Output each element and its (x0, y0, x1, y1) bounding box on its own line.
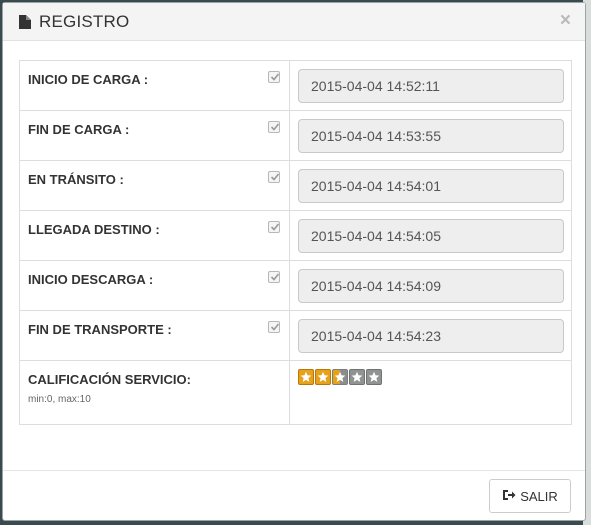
table-row: INICIO DE CARGA : 2015-04-04 14:52:11 (19, 60, 572, 111)
label-cell: EN TRÁNSITO : (19, 160, 290, 211)
datetime-field[interactable]: 2015-04-04 14:53:55 (298, 119, 564, 153)
status-checkbox[interactable] (268, 171, 280, 183)
checkmark-icon (270, 223, 280, 231)
value-cell: 2015-04-04 14:53:55 (289, 110, 572, 161)
checkmark-icon (270, 173, 280, 181)
rating-row: CALIFICACIÓN SERVICIO: min:0, max:10 (19, 360, 572, 425)
document-icon (19, 15, 31, 29)
row-label: LLEGADA DESTINO : (28, 222, 160, 237)
table-row: INICIO DESCARGA : 2015-04-04 14:54:09 (19, 260, 572, 311)
status-checkbox[interactable] (268, 71, 280, 83)
modal-header: REGISTRO × (3, 3, 585, 41)
table-row: LLEGADA DESTINO : 2015-04-04 14:54:05 (19, 210, 572, 261)
salir-label: SALIR (520, 488, 558, 504)
label-cell: LLEGADA DESTINO : (19, 210, 290, 261)
star-icon[interactable] (315, 369, 331, 385)
rating-range: min:0, max:10 (28, 394, 91, 405)
checkmark-icon (270, 323, 280, 331)
value-cell: 2015-04-04 14:52:11 (289, 60, 572, 111)
value-cell: 2015-04-04 14:54:05 (289, 210, 572, 261)
star-rating[interactable] (298, 369, 382, 385)
datetime-field[interactable]: 2015-04-04 14:54:01 (298, 169, 564, 203)
datetime-field[interactable]: 2015-04-04 14:54:05 (298, 219, 564, 253)
modal-footer: SALIR (3, 470, 585, 520)
checkmark-icon (270, 73, 280, 81)
star-icon[interactable] (366, 369, 382, 385)
row-label: FIN DE CARGA : (28, 122, 130, 137)
value-cell: 2015-04-04 14:54:01 (289, 160, 572, 211)
status-checkbox[interactable] (268, 221, 280, 233)
star-icon[interactable] (332, 369, 348, 385)
value-cell: 2015-04-04 14:54:09 (289, 260, 572, 311)
close-icon[interactable]: × (560, 11, 571, 31)
table-row: FIN DE TRANSPORTE : 2015-04-04 14:54:23 (19, 310, 572, 361)
status-checkbox[interactable] (268, 121, 280, 133)
row-label: FIN DE TRANSPORTE : (28, 322, 172, 337)
star-icon[interactable] (298, 369, 314, 385)
value-cell: 2015-04-04 14:54:23 (289, 310, 572, 361)
datetime-field[interactable]: 2015-04-04 14:54:23 (298, 319, 564, 353)
checkmark-icon (270, 123, 280, 131)
rating-label: CALIFICACIÓN SERVICIO: (28, 372, 191, 387)
label-cell: INICIO DE CARGA : (19, 60, 290, 111)
datetime-field[interactable]: 2015-04-04 14:54:09 (298, 269, 564, 303)
label-cell: FIN DE TRANSPORTE : (19, 310, 290, 361)
status-checkbox[interactable] (268, 321, 280, 333)
rating-label-cell: CALIFICACIÓN SERVICIO: min:0, max:10 (19, 360, 290, 425)
status-checkbox[interactable] (268, 271, 280, 283)
row-label: INICIO DE CARGA : (28, 72, 149, 87)
table-row: EN TRÁNSITO : 2015-04-04 14:54:01 (19, 160, 572, 211)
table-row: FIN DE CARGA : 2015-04-04 14:53:55 (19, 110, 572, 161)
row-label: EN TRÁNSITO : (28, 172, 124, 187)
registro-modal: REGISTRO × INICIO DE CARGA : 2015-04-04 1… (2, 2, 586, 521)
star-icon[interactable] (349, 369, 365, 385)
row-label: INICIO DESCARGA : (28, 272, 154, 287)
label-cell: FIN DE CARGA : (19, 110, 290, 161)
sign-out-icon (502, 489, 516, 504)
datetime-field[interactable]: 2015-04-04 14:52:11 (298, 69, 564, 103)
salir-button[interactable]: SALIR (489, 479, 571, 513)
registro-table: INICIO DE CARGA : 2015-04-04 14:52:11 FIN … (19, 60, 572, 425)
checkmark-icon (270, 273, 280, 281)
modal-title: REGISTRO (39, 12, 130, 31)
label-cell: INICIO DESCARGA : (19, 260, 290, 311)
rating-value-cell (289, 360, 572, 425)
